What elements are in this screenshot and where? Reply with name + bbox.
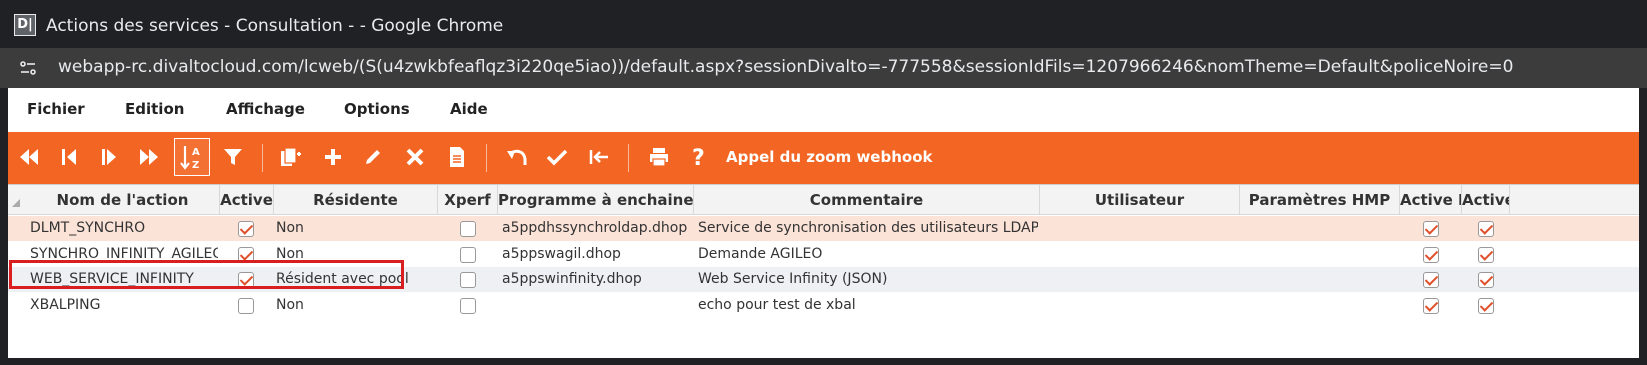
- table-row[interactable]: DLMT_SYNCHRO Non a5ppdhssynchroldap.dhop Se…: [8, 216, 1639, 241]
- active-checkbox[interactable]: [238, 221, 254, 237]
- menu-bar: Fichier Edition Affichage Options Aide: [8, 88, 1639, 132]
- cell-parametres-hmp: [1244, 216, 1396, 241]
- previous-record-icon[interactable]: [54, 142, 84, 172]
- add-icon[interactable]: [318, 142, 348, 172]
- cell-programme: a5ppdhssynchroldap.dhop: [502, 220, 688, 236]
- app-logo: D|: [14, 14, 36, 36]
- cell-parametres-hmp: [1244, 267, 1396, 292]
- col-active-r[interactable]: Active R: [1400, 185, 1462, 215]
- cell-nom-action: DLMT_SYNCHRO: [30, 220, 146, 236]
- sort-az-icon[interactable]: AZ: [174, 138, 210, 176]
- corner-sort-icon: [12, 199, 20, 207]
- webhook-zoom-button[interactable]: Appel du zoom webhook: [726, 148, 932, 166]
- cell-programme: [502, 293, 692, 318]
- xperf-checkbox[interactable]: [460, 221, 476, 237]
- window-title: Actions des services - Consultation - - …: [46, 16, 504, 36]
- cell-commentaire: Web Service Infinity (JSON): [698, 271, 888, 287]
- xperf-checkbox[interactable]: [460, 246, 476, 263]
- col-utilisateur[interactable]: Utilisateur: [1040, 185, 1240, 215]
- menu-edition[interactable]: Edition: [125, 100, 184, 118]
- first-record-icon[interactable]: [14, 142, 44, 172]
- active-r-checkbox[interactable]: [1423, 221, 1439, 237]
- menu-fichier[interactable]: Fichier: [27, 100, 85, 118]
- delete-icon[interactable]: [400, 142, 430, 172]
- cell-commentaire: Service de synchronisation des utilisate…: [698, 220, 1038, 236]
- col-active[interactable]: Active: [220, 185, 274, 215]
- xperf-checkbox[interactable]: [460, 272, 476, 288]
- active-r-checkbox[interactable]: [1423, 272, 1439, 288]
- menu-options[interactable]: Options: [344, 100, 410, 118]
- undo-icon[interactable]: [502, 142, 532, 172]
- col-programme[interactable]: Programme à enchainer: [498, 185, 694, 215]
- cell-residente: Non: [276, 220, 304, 236]
- back-to-start-icon[interactable]: [584, 142, 614, 172]
- active-2-checkbox[interactable]: [1478, 221, 1494, 237]
- active-2-checkbox[interactable]: [1478, 297, 1494, 314]
- menu-aide[interactable]: Aide: [450, 100, 488, 118]
- active-2-checkbox[interactable]: [1478, 272, 1494, 288]
- col-xperf[interactable]: Xperf: [438, 185, 498, 215]
- site-settings-icon[interactable]: [18, 58, 38, 78]
- validate-icon[interactable]: [542, 142, 572, 172]
- cell-commentaire: Demande AGILEO: [698, 245, 823, 262]
- svg-text:Z: Z: [192, 160, 199, 171]
- last-record-icon[interactable]: [134, 142, 164, 172]
- active-2-checkbox[interactable]: [1478, 246, 1494, 263]
- cell-residente: Non: [276, 296, 304, 313]
- svg-text:A: A: [192, 147, 200, 158]
- cell-programme: a5ppswagil.dhop: [502, 245, 621, 262]
- cell-utilisateur: [1044, 216, 1236, 241]
- cell-nom-action: XBALPING: [30, 296, 101, 313]
- col-parametres-hmp[interactable]: Paramètres HMP: [1240, 185, 1400, 215]
- toolbar-separator: [486, 144, 487, 172]
- filter-icon[interactable]: [218, 142, 248, 172]
- cell-programme: a5ppswinfinity.dhop: [502, 271, 642, 287]
- menu-affichage[interactable]: Affichage: [226, 100, 305, 118]
- grid-header: Nom de l'action Active Résidente Xperf P…: [8, 185, 1639, 215]
- toolbar: AZ ? Appel du zoom webhook: [8, 132, 1639, 184]
- edit-icon[interactable]: [358, 142, 388, 172]
- svg-text:?: ?: [692, 146, 705, 168]
- active-r-checkbox[interactable]: [1423, 246, 1439, 263]
- window-titlebar: D| Actions des services - Consultation -…: [0, 0, 1647, 48]
- cell-parametres-hmp: [1244, 293, 1396, 318]
- table-row[interactable]: XBALPING Non echo pour test de xbal: [8, 293, 1639, 318]
- col-residente[interactable]: Résidente: [274, 185, 438, 215]
- url-text[interactable]: webapp-rc.divaltocloud.com/lcweb/(S(u4zw…: [58, 57, 1513, 77]
- xperf-checkbox[interactable]: [460, 297, 476, 314]
- cell-parametres-hmp: [1244, 242, 1396, 267]
- active-r-checkbox[interactable]: [1423, 297, 1439, 314]
- cell-utilisateur: [1044, 242, 1236, 267]
- duplicate-icon[interactable]: [276, 142, 306, 172]
- next-record-icon[interactable]: [94, 142, 124, 172]
- toolbar-separator: [262, 144, 263, 172]
- app-frame: Fichier Edition Affichage Options Aide A…: [8, 88, 1639, 358]
- address-bar[interactable]: webapp-rc.divaltocloud.com/lcweb/(S(u4zw…: [0, 48, 1647, 88]
- col-active-2[interactable]: Active: [1462, 185, 1510, 215]
- cell-commentaire: echo pour test de xbal: [698, 296, 856, 313]
- document-icon[interactable]: [442, 142, 472, 172]
- print-icon[interactable]: [644, 142, 674, 172]
- cell-utilisateur: [1044, 267, 1236, 292]
- highlight-annotation: [9, 260, 404, 289]
- cell-utilisateur: [1044, 293, 1236, 318]
- col-nom-action[interactable]: Nom de l'action: [26, 185, 220, 215]
- col-commentaire[interactable]: Commentaire: [694, 185, 1040, 215]
- toolbar-separator: [628, 144, 629, 172]
- active-checkbox[interactable]: [238, 297, 254, 314]
- help-icon[interactable]: ?: [684, 142, 714, 172]
